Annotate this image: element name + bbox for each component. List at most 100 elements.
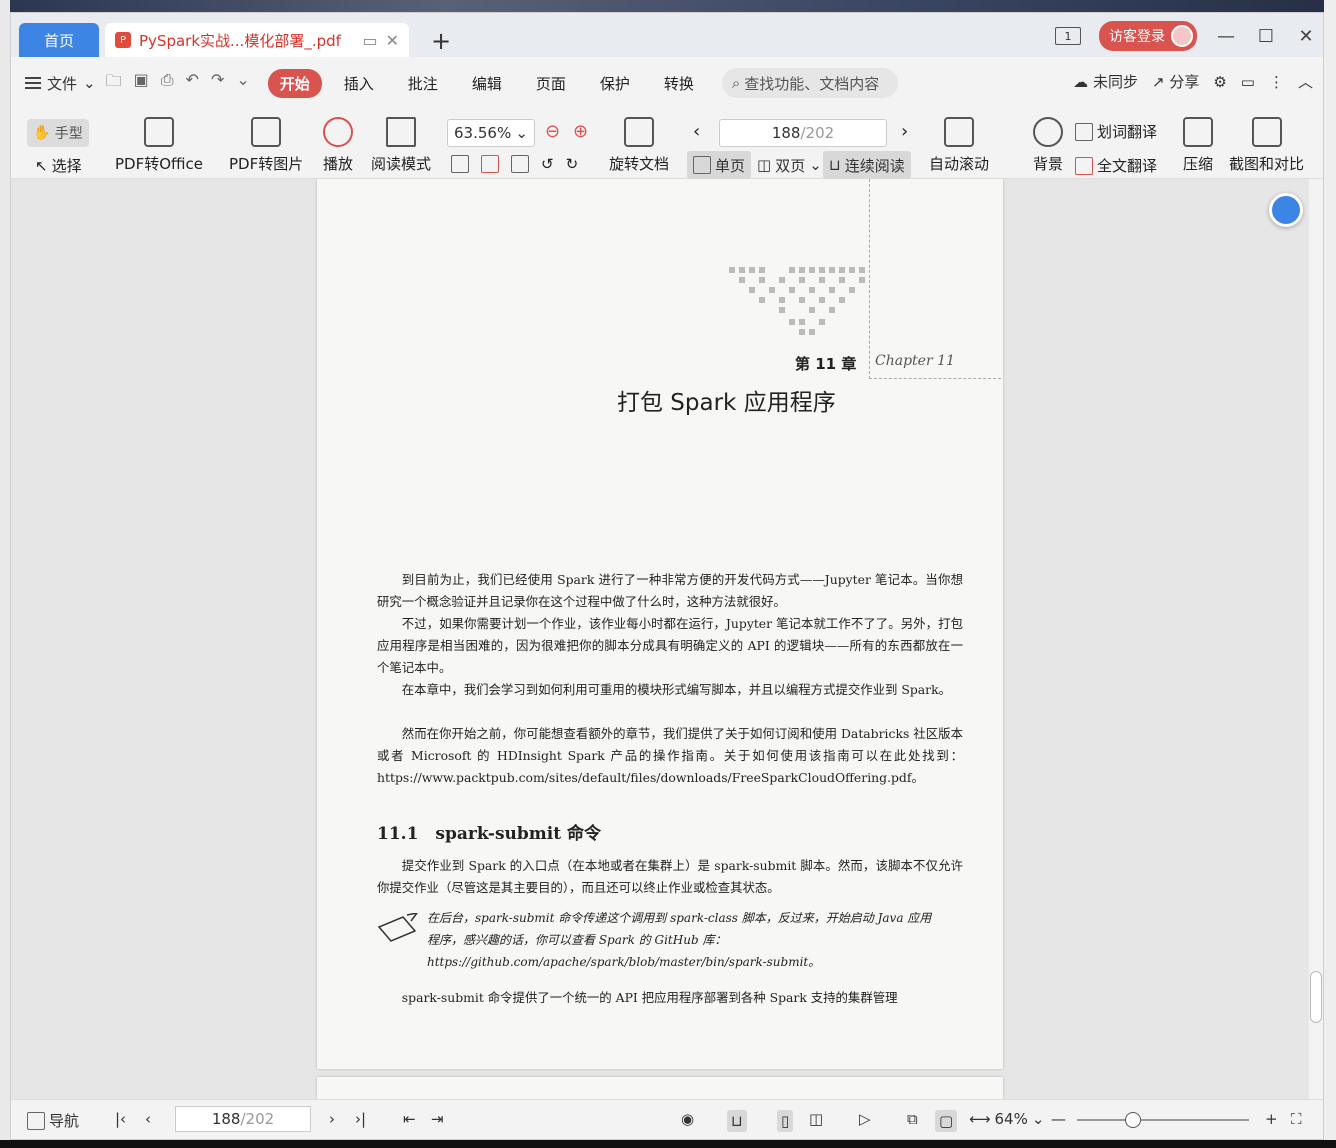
open-folder-icon[interactable]: 🗀 bbox=[106, 70, 122, 97]
forward-icon[interactable]: ⇥ bbox=[431, 1110, 444, 1128]
window-count-indicator[interactable]: 1 bbox=[1055, 27, 1081, 45]
continuous-mode-icon[interactable]: ⊔ bbox=[727, 1110, 747, 1132]
fullscreen-icon[interactable]: ⛶ bbox=[1291, 1110, 1302, 1128]
comment-icon[interactable]: ▭ bbox=[1241, 73, 1255, 91]
previous-page-icon[interactable]: ‹ bbox=[693, 121, 700, 142]
zoom-slider[interactable] bbox=[1077, 1119, 1249, 1121]
paragraph-5: 提交作业到 Spark 的入口点（在本地或者在集群上）是 spark-submi… bbox=[377, 858, 963, 895]
tab-edit[interactable]: 编辑 bbox=[460, 69, 514, 98]
search-placeholder: 查找功能、文档内容 bbox=[744, 74, 880, 93]
quick-access: 🗀 ▣ ⎙ ↶ ↷ ⌄ bbox=[106, 70, 250, 97]
eye-icon[interactable]: ◉ bbox=[681, 1110, 694, 1128]
read-mode-button[interactable]: 阅读模式 bbox=[371, 117, 431, 174]
zoom-out-icon[interactable]: — bbox=[1051, 1110, 1066, 1128]
next-page-icon[interactable]: › bbox=[901, 121, 908, 142]
file-menu[interactable]: 文件 ⌄ bbox=[25, 73, 96, 94]
maximize-icon[interactable]: ☐ bbox=[1255, 26, 1277, 47]
auto-scroll-button[interactable]: 自动滚动 bbox=[929, 117, 989, 174]
zoom-value: 63.56% bbox=[454, 124, 512, 142]
page-number-input[interactable]: 188/202 bbox=[719, 119, 887, 147]
double-page-button[interactable]: ◫ 双页 ⌄ bbox=[751, 151, 828, 179]
tab-annotate[interactable]: 批注 bbox=[396, 69, 450, 98]
guest-login-button[interactable]: 访客登录 bbox=[1099, 21, 1197, 51]
gear-icon[interactable]: ⚙ bbox=[1213, 73, 1226, 91]
status-page-input[interactable]: 188/202 bbox=[175, 1106, 311, 1132]
zoom-slider-handle[interactable] bbox=[1125, 1112, 1141, 1128]
previous-page-icon[interactable]: ‹ bbox=[145, 1110, 151, 1128]
fit-width-icon[interactable] bbox=[511, 155, 529, 173]
sync-button[interactable]: ☁ 未同步 bbox=[1073, 71, 1138, 92]
hand-tool-label: 手型 bbox=[54, 126, 83, 142]
fit-page-icon[interactable] bbox=[481, 155, 499, 173]
cloud-icon: ☁ bbox=[1073, 73, 1089, 91]
close-tab-icon[interactable]: ✕ bbox=[386, 31, 399, 50]
auto-scroll-icon bbox=[944, 117, 974, 147]
actual-size-icon[interactable]: ⧉ bbox=[907, 1110, 918, 1128]
minimize-icon[interactable]: — bbox=[1215, 26, 1237, 47]
more-icon[interactable]: ⌄ bbox=[236, 70, 249, 97]
single-page-label: 单页 bbox=[715, 156, 746, 175]
next-page-icon[interactable]: › bbox=[329, 1110, 335, 1128]
document-viewport[interactable]: 第 11 章 Chapter 11 打包 Spark 应用程序 到目前为止，我们… bbox=[11, 179, 1311, 1101]
first-page-icon[interactable]: |‹ bbox=[115, 1110, 126, 1128]
tab-page[interactable]: 页面 bbox=[524, 69, 578, 98]
chevron-down-icon: ⌄ bbox=[83, 74, 96, 92]
tab-protect[interactable]: 保护 bbox=[588, 69, 642, 98]
share-icon: ↗ bbox=[1151, 73, 1165, 91]
screenshot-compare-button[interactable]: 截图和对比 bbox=[1229, 117, 1304, 174]
tab-document[interactable]: P PySpark实战...模化部署_.pdf ▭ ✕ bbox=[105, 23, 409, 57]
background-button[interactable]: 背景 bbox=[1033, 117, 1063, 174]
tab-document-title: PySpark实战...模化部署_.pdf bbox=[139, 31, 341, 50]
vertical-scrollbar[interactable] bbox=[1309, 179, 1323, 1101]
rotate-document-button[interactable]: 旋转文档 bbox=[609, 117, 669, 174]
note-pen-icon bbox=[377, 913, 418, 942]
print-icon[interactable]: ⎙ bbox=[161, 70, 174, 97]
navigation-toggle[interactable]: 导航 bbox=[27, 1110, 79, 1131]
zoom-in-icon[interactable]: + bbox=[1265, 1110, 1278, 1128]
compress-button[interactable]: 压缩 bbox=[1183, 117, 1213, 174]
close-window-icon[interactable]: ✕ bbox=[1295, 26, 1317, 47]
read-mode-label: 阅读模式 bbox=[371, 155, 432, 173]
tab-convert[interactable]: 转换 bbox=[652, 69, 706, 98]
hand-tool-button[interactable]: ✋ 手型 bbox=[27, 119, 89, 147]
full-translate-button[interactable]: 全文翻译 bbox=[1075, 155, 1157, 176]
hamburger-icon bbox=[25, 77, 41, 89]
undo-icon[interactable]: ↶ bbox=[186, 70, 199, 97]
play-button[interactable]: 播放 bbox=[323, 117, 353, 174]
play-icon[interactable]: ▷ bbox=[859, 1110, 871, 1128]
collapse-ribbon-icon[interactable]: ︿ bbox=[1298, 71, 1313, 92]
last-page-icon[interactable]: ›| bbox=[355, 1110, 366, 1128]
pdf-to-office-button[interactable]: PDF转Office bbox=[115, 117, 203, 174]
double-page-mode-icon[interactable]: ◫ bbox=[809, 1110, 823, 1128]
rotate-left-icon[interactable]: ↺ bbox=[541, 155, 554, 173]
guest-login-label: 访客登录 bbox=[1109, 29, 1165, 45]
tab-home[interactable]: 首页 bbox=[19, 23, 99, 57]
floating-tool-button[interactable] bbox=[1269, 193, 1303, 227]
new-tab-icon[interactable]: + bbox=[431, 27, 451, 55]
share-button[interactable]: ↗ 分享 bbox=[1152, 71, 1199, 92]
actual-size-icon[interactable] bbox=[451, 155, 469, 173]
screen-icon[interactable]: ▭ bbox=[362, 31, 377, 50]
select-tool-button[interactable]: ↖ 选择 bbox=[35, 155, 82, 176]
back-icon[interactable]: ⇤ bbox=[403, 1110, 416, 1128]
zoom-select[interactable]: 63.56% ⌄ bbox=[447, 119, 535, 147]
zoom-in-icon[interactable]: ⊕ bbox=[573, 121, 588, 142]
play-label: 播放 bbox=[323, 155, 354, 173]
zoom-out-icon[interactable]: ⊖ bbox=[545, 121, 560, 142]
fit-page-icon[interactable]: ▢ bbox=[935, 1110, 958, 1132]
single-page-button[interactable]: 单页 bbox=[687, 151, 752, 179]
zoom-dropdown[interactable]: ⟷ 64% ⌄ bbox=[969, 1110, 1044, 1128]
rotate-right-icon[interactable]: ↻ bbox=[566, 155, 579, 173]
pdf-to-image-button[interactable]: PDF转图片 bbox=[229, 117, 303, 174]
single-page-mode-icon[interactable]: ▯ bbox=[777, 1110, 794, 1132]
paragraph-2: 不过，如果你需要计划一个作业，该作业每小时都在运行，Jupyter 笔记本就工作… bbox=[377, 616, 963, 675]
scrollbar-thumb[interactable] bbox=[1310, 971, 1322, 1023]
tab-start[interactable]: 开始 bbox=[267, 68, 322, 98]
redo-icon[interactable]: ↷ bbox=[211, 70, 224, 97]
word-translate-button[interactable]: 划词翻译 bbox=[1075, 121, 1157, 142]
save-icon[interactable]: ▣ bbox=[134, 70, 149, 97]
continuous-read-button[interactable]: ⊔ 连续阅读 bbox=[823, 151, 911, 179]
search-input[interactable]: ⌕ 查找功能、文档内容 bbox=[721, 68, 898, 98]
tab-insert[interactable]: 插入 bbox=[332, 69, 386, 98]
more-vertical-icon[interactable]: ⋮ bbox=[1269, 73, 1284, 91]
